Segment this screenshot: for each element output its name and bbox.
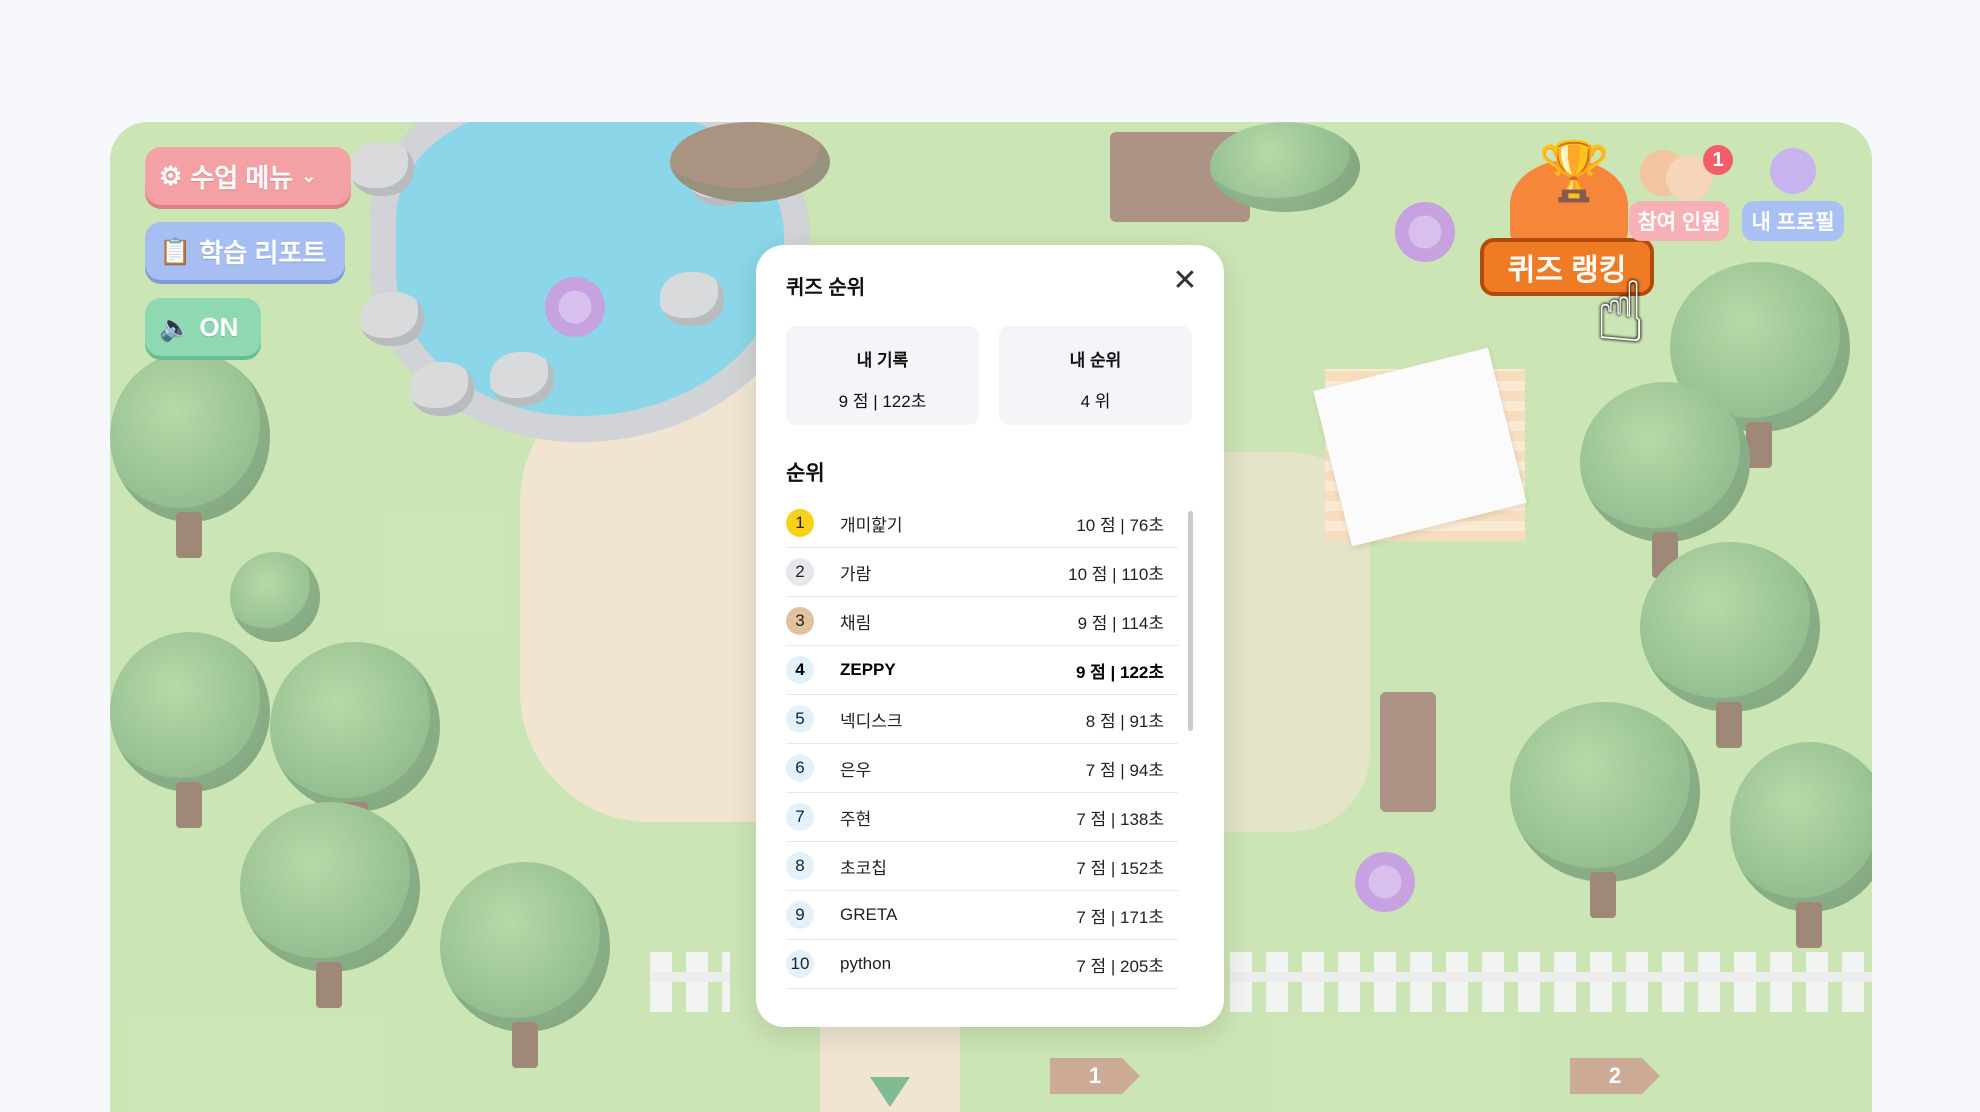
- rank-number: 7: [786, 803, 814, 831]
- rank-number: 10: [786, 950, 814, 978]
- my-record-value: 9 점 | 122초: [838, 392, 927, 411]
- player-score: 7 점 | 205초: [1076, 956, 1164, 976]
- player-score: 7 점 | 94초: [1085, 760, 1164, 780]
- ranking-row: 9 GRETA 7 점 | 171초: [786, 891, 1178, 940]
- trophy-icon: 🏆: [1538, 137, 1611, 205]
- ranking-list[interactable]: 1 개미핥기 10 점 | 76초 2 가람 10 점 | 110초 3 채림 9 점 | …: [786, 499, 1178, 989]
- my-rank-label: 내 순위: [1069, 351, 1122, 370]
- ranking-row: 8 초코칩 7 점 | 152초: [786, 842, 1178, 891]
- ranking-row: 10 python 7 점 | 205초: [786, 940, 1178, 989]
- close-icon[interactable]: ✕: [1168, 264, 1202, 298]
- player-score: 9 점 | 114초: [1077, 613, 1164, 633]
- modal-title: 퀴즈 순위: [786, 277, 866, 299]
- chevron-down-icon: ⌄: [301, 165, 317, 186]
- my-record-card: 내 기록 9 점 | 122초: [786, 326, 979, 425]
- ranking-row: 7 주현 7 점 | 138초: [786, 793, 1178, 842]
- player-score: 7 점 | 152초: [1076, 858, 1164, 878]
- player-name: 초코칩: [840, 858, 887, 878]
- ranking-row: 3 채림 9 점 | 114초: [786, 597, 1178, 646]
- player-name: GRETA: [840, 905, 898, 924]
- rank-number: 5: [786, 705, 814, 733]
- player-name: 넥디스크: [840, 711, 903, 731]
- rank-number: 8: [786, 852, 814, 880]
- player-name: 가람: [840, 564, 872, 584]
- speaker-icon: 🔈: [159, 311, 192, 342]
- player-score: 7 점 | 171초: [1076, 907, 1164, 927]
- learning-report-button[interactable]: 📋 학습 리포트: [145, 222, 345, 280]
- my-profile-button[interactable]: 내 프로필: [1742, 201, 1844, 241]
- ranking-heading: 순위: [786, 462, 825, 485]
- player-score: 8 점 | 91초: [1085, 711, 1164, 731]
- learning-report-label: 학습 리포트: [199, 237, 327, 268]
- clipboard-icon: 📋: [159, 235, 192, 266]
- rank-number: 9: [786, 901, 814, 929]
- members-button[interactable]: 참여 인원: [1629, 201, 1729, 241]
- pointer-hand-icon: ☝: [1595, 263, 1647, 361]
- player-name: 은우: [840, 760, 872, 780]
- my-rank-value: 4 위: [1080, 392, 1111, 411]
- rank-number: 1: [786, 509, 814, 537]
- player-name: 주현: [840, 809, 872, 829]
- my-rank-card: 내 순위 4 위: [999, 326, 1192, 425]
- class-menu-button[interactable]: ⚙ 수업 메뉴 ⌄: [145, 147, 351, 205]
- ranking-row-me: 4 ZEPPY 9 점 | 122초: [786, 646, 1178, 695]
- class-menu-label: 수업 메뉴: [190, 162, 294, 193]
- player-name: 개미핥기: [840, 515, 903, 535]
- sound-label: ON: [199, 311, 239, 342]
- rank-number: 4: [786, 656, 814, 684]
- ranking-scrollbar[interactable]: [1188, 511, 1193, 731]
- gear-icon: ⚙: [159, 160, 183, 191]
- rank-number: 2: [786, 558, 814, 586]
- rank-number: 3: [786, 607, 814, 635]
- ranking-row: 6 은우 7 점 | 94초: [786, 744, 1178, 793]
- ranking-row: 1 개미핥기 10 점 | 76초: [786, 499, 1178, 548]
- ranking-row: 5 넥디스크 8 점 | 91초: [786, 695, 1178, 744]
- player-score: 9 점 | 122초: [1075, 662, 1164, 682]
- profile-avatar-icon: [1770, 148, 1816, 194]
- quiz-ranking-modal: 퀴즈 순위 ✕ 내 기록 9 점 | 122초 내 순위 4 위 순위 1 개미핥…: [756, 245, 1224, 1027]
- player-score: 7 점 | 138초: [1076, 809, 1164, 829]
- player-score: 10 점 | 76초: [1076, 515, 1164, 535]
- rank-number: 6: [786, 754, 814, 782]
- my-record-label: 내 기록: [856, 351, 909, 370]
- sound-toggle-button[interactable]: 🔈 ON: [145, 298, 261, 356]
- player-name: 채림: [840, 613, 872, 633]
- player-name: ZEPPY: [840, 660, 896, 679]
- members-count-badge: 1: [1703, 145, 1733, 175]
- ranking-row: 2 가람 10 점 | 110초: [786, 548, 1178, 597]
- player-name: python: [840, 954, 892, 973]
- player-score: 10 점 | 110초: [1068, 564, 1164, 584]
